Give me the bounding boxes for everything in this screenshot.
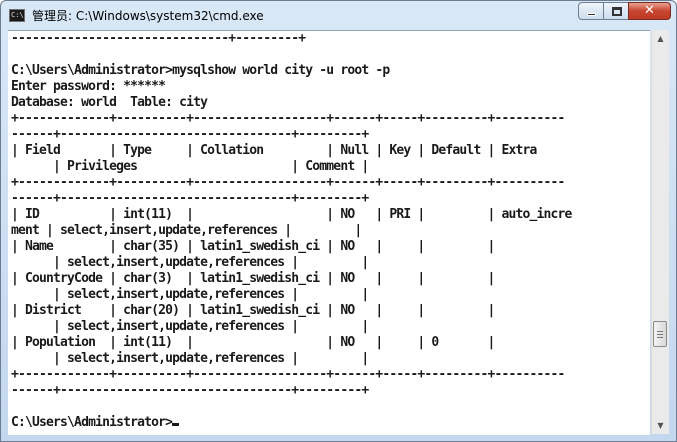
console-output[interactable]: -------------------------------+--------… [8,30,650,435]
caption-buttons: ✕ [578,2,671,22]
scroll-up-arrow-icon[interactable]: ▲ [652,30,669,47]
vertical-scrollbar[interactable]: ▲ ▼ [651,30,669,434]
grip-line [657,331,663,332]
grip-line [657,337,663,338]
close-button[interactable]: ✕ [628,2,671,20]
maximize-button[interactable] [603,2,629,20]
maximize-icon [612,7,622,16]
window-frame-bottom [1,434,676,441]
minimize-button[interactable] [578,2,604,20]
title-bar[interactable]: C:\ 管理员: C:\Windows\system32\cmd.exe ✕ [1,1,676,29]
text-cursor [172,423,180,426]
console-text: -------------------------------+--------… [11,31,572,430]
scrollbar-thumb[interactable] [653,321,667,347]
grip-line [657,334,663,335]
window-title: 管理员: C:\Windows\system32\cmd.exe [32,9,264,23]
minimize-icon [587,13,596,16]
close-icon: ✕ [644,3,655,18]
scroll-down-arrow-icon[interactable]: ▼ [652,417,669,434]
cmd-window: C:\ 管理员: C:\Windows\system32\cmd.exe ✕ -… [0,0,677,442]
console-icon[interactable]: C:\ [9,9,25,22]
